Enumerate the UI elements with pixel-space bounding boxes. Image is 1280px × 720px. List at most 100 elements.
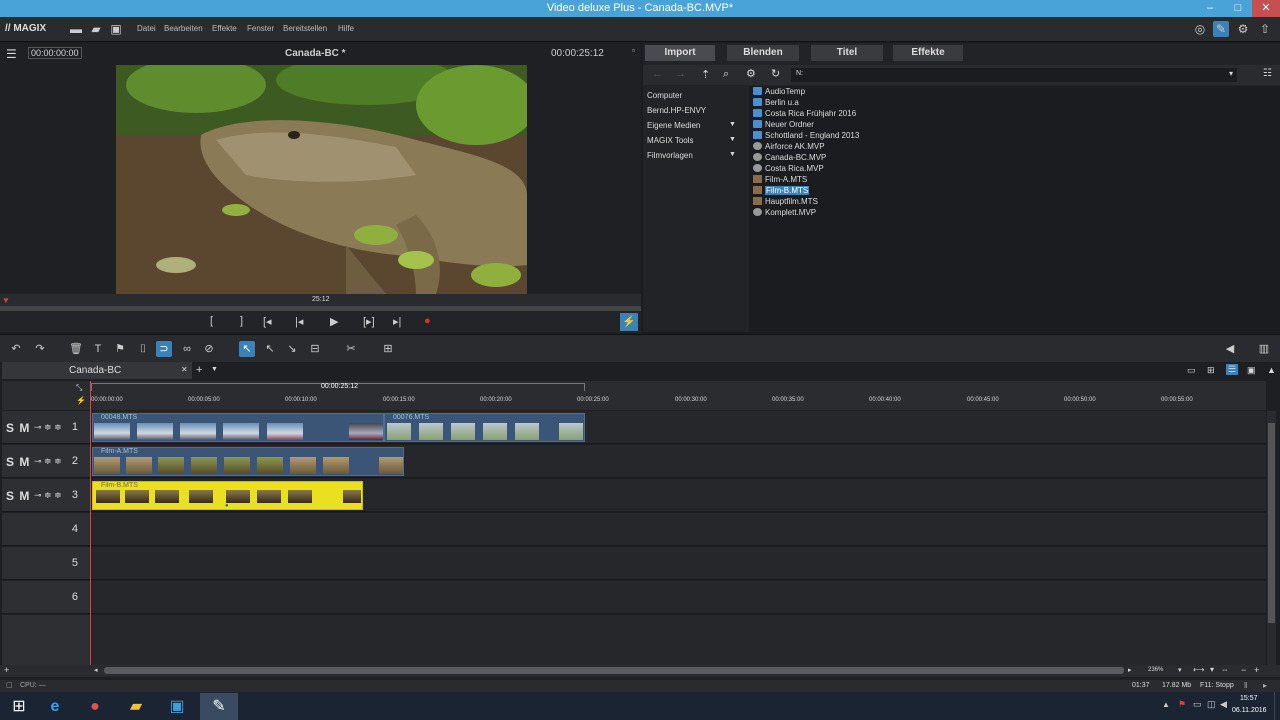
view-single-icon[interactable]: ▭ [1187,365,1196,376]
mark-out-icon[interactable]: ] [240,315,243,327]
menu-datei[interactable]: Datei [137,24,156,33]
minimize-button[interactable]: – [1196,0,1224,17]
pointer-multi-icon[interactable]: ↖ [262,341,278,357]
menu-fenster[interactable]: Fenster [247,24,274,33]
view-timeline-icon[interactable]: ☰ [1226,364,1239,375]
list-item[interactable]: Komplett.MVP [753,208,816,219]
playhead-marker-icon[interactable]: ▼ [2,296,10,305]
menu-effekte[interactable]: Effekte [212,24,237,33]
list-item[interactable]: Film-A.MTS [753,175,807,186]
new-project-icon[interactable]: ▬ [68,21,84,37]
track-solo-mute[interactable]: S M [6,489,30,503]
track-tools-icon[interactable]: ⊸ ≑ ≑ [34,456,62,467]
tree-item-filmvorlagen[interactable]: Filmvorlagen [647,151,693,160]
search-icon[interactable]: ⌕ [723,68,729,81]
save-icon[interactable]: ▣ [108,21,124,37]
chevron-down-icon[interactable]: ▾ [1229,69,1233,78]
menu-bearbeiten[interactable]: Bearbeiten [164,24,203,33]
track-lane-5[interactable] [91,547,1266,580]
show-desktop-button[interactable] [1274,692,1280,720]
track-solo-mute[interactable]: S M [6,455,30,469]
playhead-line[interactable] [90,381,91,665]
jump-marker-icon[interactable]: [▸] [363,315,375,328]
open-folder-icon[interactable]: ▰ [88,21,104,37]
vr-icon[interactable]: ◎ [1192,21,1208,37]
list-item[interactable]: Airforce AK.MVP [753,142,825,153]
track-tools-icon[interactable]: ⊸ ≑ ≑ [34,490,62,501]
stretch-icon[interactable]: ⊟ [307,341,323,357]
record-icon[interactable]: ● [424,315,431,327]
close-button[interactable]: ✕ [1252,0,1280,17]
list-item[interactable]: Neuer Ordner [753,120,814,131]
track-lane-2[interactable]: Film-A.MTS [91,445,1266,478]
menu-bereitstellen[interactable]: Bereitstellen [283,24,327,33]
play-icon[interactable]: ▶ [330,315,338,328]
scroll-left-icon[interactable]: ◂ [94,666,98,674]
time-ruler[interactable]: 00:00:25:12 00:00:00:00 00:00:05:00 00:0… [91,381,1266,410]
zoom-out-icon[interactable]: − [1241,665,1246,675]
list-item[interactable]: Costa Rica Frühjahr 2016 [753,109,856,120]
vertical-scrollbar[interactable] [1267,411,1276,665]
list-item[interactable]: Hauptfilm.MTS [753,197,818,208]
hamburger-menu-icon[interactable]: ☰ [6,47,17,61]
tree-item-eigene-medien[interactable]: Eigene Medien [647,121,700,130]
clip-handle-icon[interactable]: ● [225,503,229,509]
marker-flag-icon[interactable]: ⚑ [112,341,128,357]
fit-all-icon[interactable]: ⇔ [1221,665,1229,674]
cut-mode-icon[interactable]: ✎ [1213,21,1229,37]
scissors-icon[interactable]: ✂ [343,341,359,357]
track-header-5[interactable]: 5 [2,547,90,580]
clip-track2[interactable]: Film-A.MTS [92,447,404,476]
fit-width-icon[interactable]: ⟷ [1193,665,1204,674]
delete-icon[interactable]: 🗑 [68,341,84,357]
track-header-2[interactable]: S M ⊸ ≑ ≑ 2 [2,445,90,478]
pause-icon[interactable]: ‖ [1244,681,1247,690]
tree-item-user[interactable]: Bernd.HP-ENVY [647,106,706,115]
list-item[interactable]: AudioTemp [753,87,805,98]
list-item[interactable]: Costa Rica.MVP [753,164,824,175]
track-header-3[interactable]: S M ⊸ ≑ ≑ 3 [2,479,90,512]
add-track-icon[interactable]: + [4,665,9,675]
tray-volume-icon[interactable]: ◀ [1220,699,1227,710]
speaker-icon[interactable]: ◀ [1222,341,1238,357]
snapshot-icon[interactable]: ⊞ [380,341,396,357]
pointer-icon[interactable]: ↖ [239,341,255,357]
clip-track3-selected[interactable]: Film-B.MTS ● [92,481,363,510]
folder-up-icon[interactable]: ⇡ [701,68,710,81]
add-tab-button[interactable]: + [196,364,202,376]
empty-lane-area[interactable] [91,615,1266,665]
redo-icon[interactable]: ↷ [32,341,48,357]
scroll-up-icon[interactable]: ▲ [1267,365,1276,375]
tab-import[interactable]: Import [645,45,715,61]
track-lane-6[interactable] [91,581,1266,614]
mark-in-icon[interactable]: [ [210,315,213,327]
split-icon[interactable]: ⌷ [135,341,151,357]
track-tools-icon[interactable]: ⊸ ≑ ≑ [34,422,62,433]
title-text-icon[interactable]: T [90,341,106,357]
clip-track1-a[interactable]: 00048.MTS [92,413,384,442]
windows-start-icon[interactable]: ⊞ [0,693,38,720]
expand-icon[interactable]: ▼ [729,136,736,143]
file-explorer-icon[interactable]: ▰ [117,693,155,720]
list-item-selected[interactable]: Film-B.MTS [753,186,810,197]
list-item[interactable]: Berlin u.a [753,98,799,109]
refresh-icon[interactable]: ↻ [771,67,780,80]
previous-marker-icon[interactable]: |◂ [295,315,303,328]
forward-icon[interactable]: → [675,68,686,80]
magix-taskbar-icon[interactable]: ✎ [200,693,238,720]
horizontal-scroll-thumb[interactable] [104,667,1124,674]
expand-icon[interactable]: ▼ [729,151,736,158]
unlink-icon[interactable]: ⊘ [201,341,217,357]
tab-blenden[interactable]: Blenden [727,45,799,61]
clip-track1-b[interactable]: 00076.MTS [384,413,585,442]
track-header-1[interactable]: S M ⊸ ≑ ≑ 1 [2,411,90,444]
list-item[interactable]: Schottland - England 2013 [753,131,859,142]
tab-menu-icon[interactable]: ▼ [211,366,218,373]
undo-icon[interactable]: ↶ [8,341,24,357]
taskbar-date[interactable]: 06.11.2016 [1232,707,1267,714]
zoom-level[interactable]: 236% [1148,667,1163,673]
zoom-dropdown-icon[interactable]: ▾ [1178,666,1182,674]
close-tab-icon[interactable]: ✕ [181,365,188,374]
snap-icon[interactable]: ⤡ [76,383,82,393]
zoom-in-icon[interactable]: + [1254,665,1259,675]
